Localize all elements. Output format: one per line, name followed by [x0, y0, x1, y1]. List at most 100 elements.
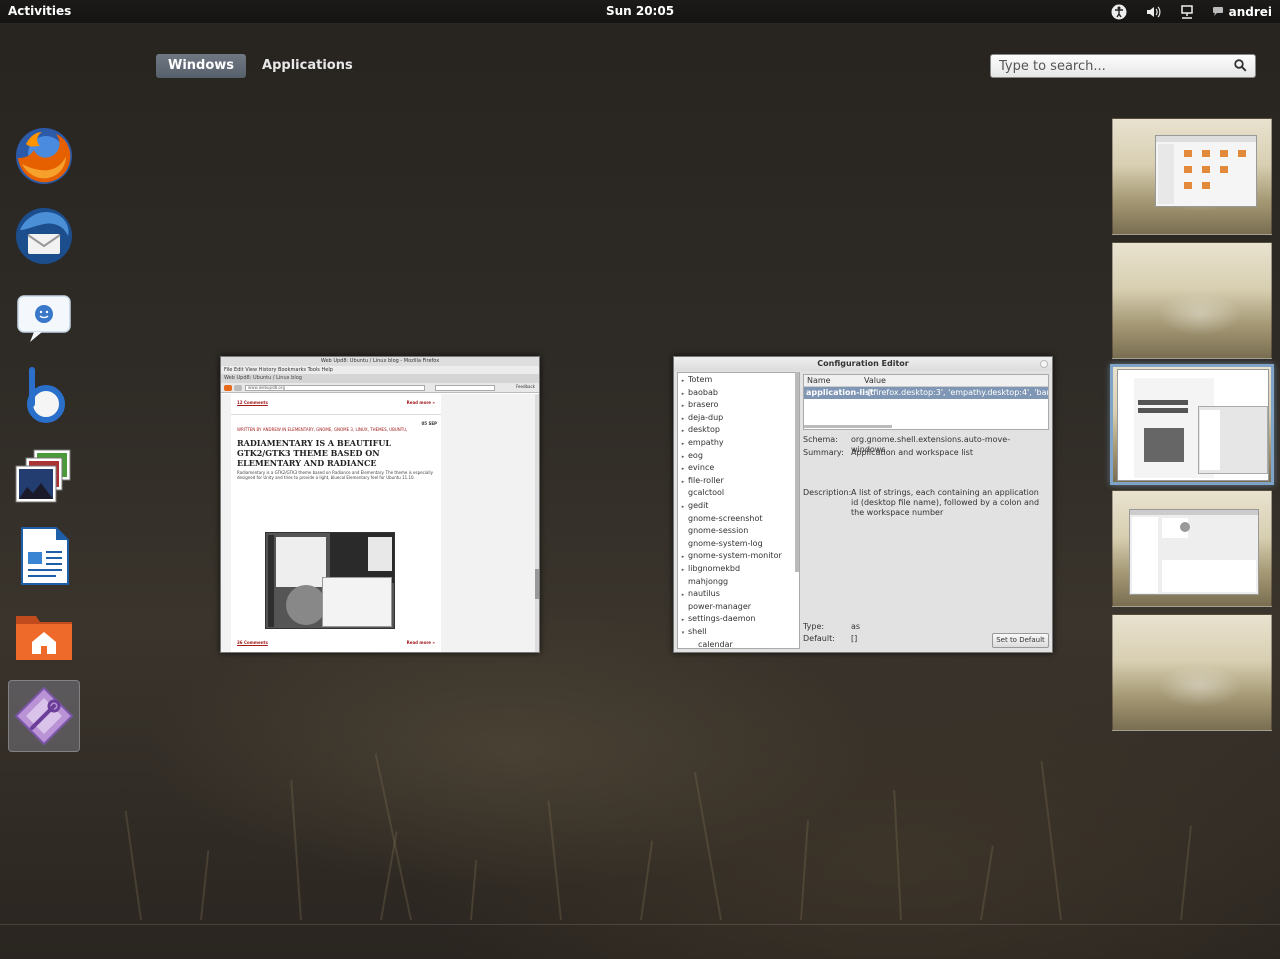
dash-item-banshee[interactable]	[8, 360, 80, 432]
tab-windows[interactable]: Windows	[156, 54, 247, 78]
tree-item-label: gnome-screenshot	[688, 513, 763, 523]
search-box	[990, 54, 1256, 78]
page-viewport: 12 Comments Read more » 05 SEP WRITTEN B…	[221, 394, 539, 652]
menu-bar: File Edit View History Bookmarks Tools H…	[221, 366, 539, 374]
navigation-bar: www.webupd8.org Feedback	[221, 383, 539, 393]
tree-item-label: gcalctool	[688, 488, 725, 498]
search-input[interactable]	[999, 58, 1234, 74]
search-icon[interactable]	[1234, 57, 1247, 76]
tree-item: ▸ desktop	[678, 424, 720, 436]
dconf-editor-icon	[14, 686, 74, 746]
expander-icon: ▸	[681, 403, 685, 410]
workspace-window-thumbnail	[1129, 509, 1259, 595]
type-value: as	[851, 622, 861, 631]
web-search-box	[435, 385, 495, 391]
read-more-link: Read more »	[406, 400, 435, 405]
message-tray-edge	[0, 924, 1280, 925]
expander-icon: ▸	[681, 378, 685, 384]
window-title: Web Upd8: Ubuntu / Linux blog - Mozilla …	[221, 357, 539, 366]
firefox-icon	[16, 128, 72, 184]
tree-item: calendar	[678, 639, 733, 648]
key-list-header: Name Value	[804, 375, 1048, 387]
user-menu[interactable]: andrei	[1212, 5, 1272, 20]
clock[interactable]: Sun 20:05	[606, 4, 674, 18]
scrollbar	[535, 394, 539, 652]
window-configuration-editor[interactable]: Configuration Editor ▸ Totem ▸ baobab ▸ brase…	[673, 356, 1053, 653]
tree-item-label: desktop	[688, 425, 720, 435]
back-icon	[224, 385, 232, 391]
divider	[231, 414, 441, 415]
tree-item: ▸ empathy	[678, 437, 724, 449]
network-icon[interactable]	[1178, 3, 1196, 21]
workspace-5[interactable]	[1112, 614, 1272, 731]
schema-label: Schema:	[803, 435, 838, 444]
tree-item: ▸ libgnomekbd	[678, 563, 740, 575]
workspace-2[interactable]	[1112, 242, 1272, 359]
post-text: Radiamentary is a GTK2/GTK3 theme based …	[237, 470, 433, 480]
expander-icon: ▸	[681, 617, 685, 624]
dash-item-thunderbird[interactable]	[8, 200, 80, 272]
top-panel: Activities Sun 20:05 andrei	[0, 0, 1280, 24]
accessibility-icon[interactable]	[1110, 3, 1128, 21]
dash-item-configuration-editor[interactable]	[8, 680, 80, 752]
expander-open-icon: ▾	[681, 630, 685, 636]
tree-item: gnome-screenshot	[678, 513, 763, 525]
workspace-3-current[interactable]	[1110, 364, 1274, 485]
description-label: Description:	[803, 488, 852, 497]
tree-item: ▸ nautilus	[678, 588, 720, 600]
empathy-icon	[17, 295, 71, 342]
tree-item: mahjongg	[678, 576, 728, 588]
summary-label: Summary:	[803, 448, 844, 457]
dash-item-home-folder[interactable]	[8, 600, 80, 672]
expander-icon: ▸	[681, 453, 685, 460]
read-more-link: Read more »	[406, 640, 435, 645]
tree-item-label: empathy	[688, 438, 724, 447]
dash-item-shotwell[interactable]	[8, 440, 80, 512]
volume-icon[interactable]	[1144, 3, 1162, 21]
expander-icon: ▸	[681, 504, 685, 510]
tree-item-label: nautilus	[688, 589, 720, 599]
tab-strip: Web Upd8: Ubuntu / Linux blog	[221, 374, 539, 383]
banshee-icon	[27, 367, 65, 423]
set-to-default-button: Set to Default	[992, 633, 1049, 648]
status-area: andrei	[1110, 2, 1272, 22]
tree-item-label: baobab	[688, 387, 718, 397]
tree-item: ▸ deja-dup	[678, 412, 724, 424]
tree-item: ▸ file-roller	[678, 475, 724, 487]
activities-button[interactable]: Activities	[8, 4, 71, 18]
dash-item-empathy[interactable]	[8, 280, 80, 352]
tab-applications[interactable]: Applications	[250, 54, 365, 78]
post-title: RADIAMENTARY IS A BEAUTIFUL GTK2/GTK3 TH…	[237, 438, 391, 468]
expander-icon: ▸	[681, 441, 685, 447]
schema-row: Schema: org.gnome.shell.extensions.auto-…	[803, 435, 1049, 454]
tree-item-label: gnome-system-monitor	[688, 551, 782, 561]
tree-item: ▸ evince	[678, 462, 715, 474]
tree-item: ▸ baobab	[678, 387, 718, 399]
tree-item: ▾ shell	[678, 626, 707, 638]
summary-row: Summary: Application and workspace list	[803, 448, 1049, 458]
tree-item-label: gedit	[688, 501, 709, 510]
tree-item: power-manager	[678, 601, 751, 613]
expander-icon: ▸	[681, 428, 685, 435]
tree-item-label: mahjongg	[688, 576, 729, 586]
thunderbird-icon	[16, 208, 72, 264]
workspace-4[interactable]	[1112, 490, 1272, 607]
workspace-window-thumbnail	[1155, 135, 1257, 207]
tree-item-label: evince	[688, 463, 715, 473]
post-screenshot	[265, 532, 395, 629]
workspace-1[interactable]	[1112, 118, 1272, 235]
dash-item-firefox[interactable]	[8, 120, 80, 192]
tree-item-label: libgnomekbd	[688, 564, 741, 573]
tree-item-label: brasero	[688, 400, 719, 410]
tree-item: ▸ gedit	[678, 500, 709, 512]
tree-item-label: gnome-session	[688, 526, 749, 536]
dash-item-writer[interactable]	[8, 520, 80, 592]
blog-page: 12 Comments Read more » 05 SEP WRITTEN B…	[231, 394, 441, 652]
tree-item: gnome-system-log	[678, 538, 763, 550]
expander-icon: ▸	[681, 567, 685, 573]
shotwell-icon	[15, 449, 71, 503]
description-row: Description: A list of strings, each con…	[803, 488, 1049, 518]
type-label: Type:	[803, 622, 825, 631]
window-firefox[interactable]: Web Upd8: Ubuntu / Linux blog - Mozilla …	[220, 356, 540, 653]
list-hscrollbar	[804, 425, 892, 428]
